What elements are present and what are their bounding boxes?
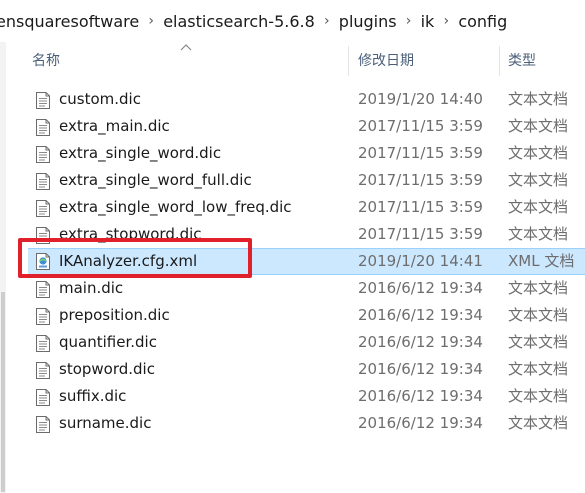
file-modified-date: 2016/6/12 19:34 (358, 360, 483, 378)
column-header-type[interactable]: 类型 (508, 42, 536, 80)
file-type: 文本文档 (508, 144, 569, 162)
file-type: 文本文档 (508, 387, 569, 405)
xml-file-icon (36, 253, 50, 270)
file-row[interactable]: custom.dic 2019/1/20 14:40 文本文档 (28, 86, 585, 113)
file-type: 文本文档 (508, 117, 569, 135)
file-name[interactable]: extra_main.dic (59, 113, 170, 140)
column-header-modified[interactable]: 修改日期 (358, 42, 414, 80)
file-name[interactable]: custom.dic (59, 86, 141, 113)
file-modified-date: 2017/11/15 3:59 (358, 144, 483, 162)
file-type: 文本文档 (508, 414, 569, 432)
breadcrumb-item-ensquaresoftware[interactable]: ensquaresoftware (0, 12, 139, 31)
file-name[interactable]: main.dic (59, 275, 123, 302)
file-row-selected[interactable]: IKAnalyzer.cfg.xml 2019/1/20 14:41 XML 文档 (28, 248, 585, 275)
text-file-icon (36, 118, 50, 136)
text-file-icon (36, 361, 50, 379)
text-file-icon (36, 226, 50, 244)
file-type: 文本文档 (508, 306, 569, 324)
breadcrumb-item-plugins[interactable]: plugins (339, 12, 397, 31)
file-type: 文本文档 (508, 225, 569, 243)
file-modified-date: 2017/11/15 3:59 (358, 198, 483, 216)
navigation-pane-edge (0, 42, 6, 493)
file-name[interactable]: extra_stopword.dic (59, 221, 202, 248)
file-type: 文本文档 (508, 171, 569, 189)
file-row[interactable]: extra_main.dic 2017/11/15 3:59 文本文档 (28, 113, 585, 140)
file-name[interactable]: quantifier.dic (59, 329, 157, 356)
file-name[interactable]: stopword.dic (59, 356, 155, 383)
text-file-icon (36, 172, 50, 190)
file-row[interactable]: extra_single_word_full.dic 2017/11/15 3:5… (28, 167, 585, 194)
file-type: 文本文档 (508, 198, 569, 216)
text-file-icon (36, 145, 50, 163)
file-name[interactable]: IKAnalyzer.cfg.xml (59, 249, 197, 274)
file-row[interactable]: preposition.dic 2016/6/12 19:34 文本文档 (28, 302, 585, 329)
file-name[interactable]: suffix.dic (59, 383, 126, 410)
file-type: 文本文档 (508, 279, 569, 297)
file-type: XML 文档 (508, 252, 575, 270)
file-type: 文本文档 (508, 90, 569, 108)
file-modified-date: 2017/11/15 3:59 (358, 225, 483, 243)
file-row[interactable]: extra_single_word_low_freq.dic 2017/11/15… (28, 194, 585, 221)
file-modified-date: 2016/6/12 19:34 (358, 387, 483, 405)
breadcrumb-chevron-icon[interactable]: › (139, 13, 163, 29)
breadcrumb-item-config[interactable]: config (458, 12, 507, 31)
file-row[interactable]: suffix.dic 2016/6/12 19:34 文本文档 (28, 383, 585, 410)
file-modified-date: 2016/6/12 19:34 (358, 306, 483, 324)
file-name[interactable]: extra_single_word_low_freq.dic (59, 194, 292, 221)
file-modified-date: 2019/1/20 14:40 (358, 90, 483, 108)
file-name[interactable]: extra_single_word_full.dic (59, 167, 252, 194)
text-file-icon (36, 415, 50, 433)
file-modified-date: 2016/6/12 19:34 (358, 279, 483, 297)
column-divider[interactable] (499, 46, 500, 76)
breadcrumb-item-ik[interactable]: ik (421, 12, 435, 31)
text-file-icon (36, 199, 50, 217)
navigation-pane-scrollbar[interactable] (1, 292, 5, 492)
breadcrumb: ensquaresoftware › elasticsearch-5.6.8 ›… (0, 0, 585, 42)
file-type: 文本文档 (508, 360, 569, 378)
file-row[interactable]: main.dic 2016/6/12 19:34 文本文档 (28, 275, 585, 302)
file-modified-date: 2017/11/15 3:59 (358, 117, 483, 135)
file-row[interactable]: stopword.dic 2016/6/12 19:34 文本文档 (28, 356, 585, 383)
file-row[interactable]: extra_stopword.dic 2017/11/15 3:59 文本文档 (28, 221, 585, 248)
text-file-icon (36, 388, 50, 406)
column-header-name[interactable]: 名称 (32, 42, 60, 80)
column-header: 名称 修改日期 类型 (20, 42, 585, 80)
file-modified-date: 2017/11/15 3:59 (358, 171, 483, 189)
file-row[interactable]: extra_single_word.dic 2017/11/15 3:59 文本文档 (28, 140, 585, 167)
column-divider[interactable] (348, 46, 349, 76)
file-name[interactable]: preposition.dic (59, 302, 170, 329)
breadcrumb-chevron-icon[interactable]: › (434, 13, 458, 29)
text-file-icon (36, 280, 50, 298)
text-file-icon (36, 307, 50, 325)
file-modified-date: 2016/6/12 19:34 (358, 333, 483, 351)
breadcrumb-chevron-icon[interactable]: › (315, 13, 339, 29)
file-name[interactable]: extra_single_word.dic (59, 140, 221, 167)
text-file-icon (36, 91, 50, 109)
file-type: 文本文档 (508, 333, 569, 351)
text-file-icon (36, 334, 50, 352)
breadcrumb-chevron-icon[interactable]: › (397, 13, 421, 29)
breadcrumb-item-elasticsearch[interactable]: elasticsearch-5.6.8 (163, 12, 315, 31)
file-row[interactable]: surname.dic 2016/6/12 19:34 文本文档 (28, 410, 585, 437)
file-modified-date: 2016/6/12 19:34 (358, 414, 483, 432)
sort-ascending-icon (180, 44, 192, 51)
file-list: custom.dic 2019/1/20 14:40 文本文档 extra_main.… (28, 86, 585, 437)
file-row[interactable]: quantifier.dic 2016/6/12 19:34 文本文档 (28, 329, 585, 356)
file-name[interactable]: surname.dic (59, 410, 151, 437)
file-modified-date: 2019/1/20 14:41 (358, 252, 483, 270)
